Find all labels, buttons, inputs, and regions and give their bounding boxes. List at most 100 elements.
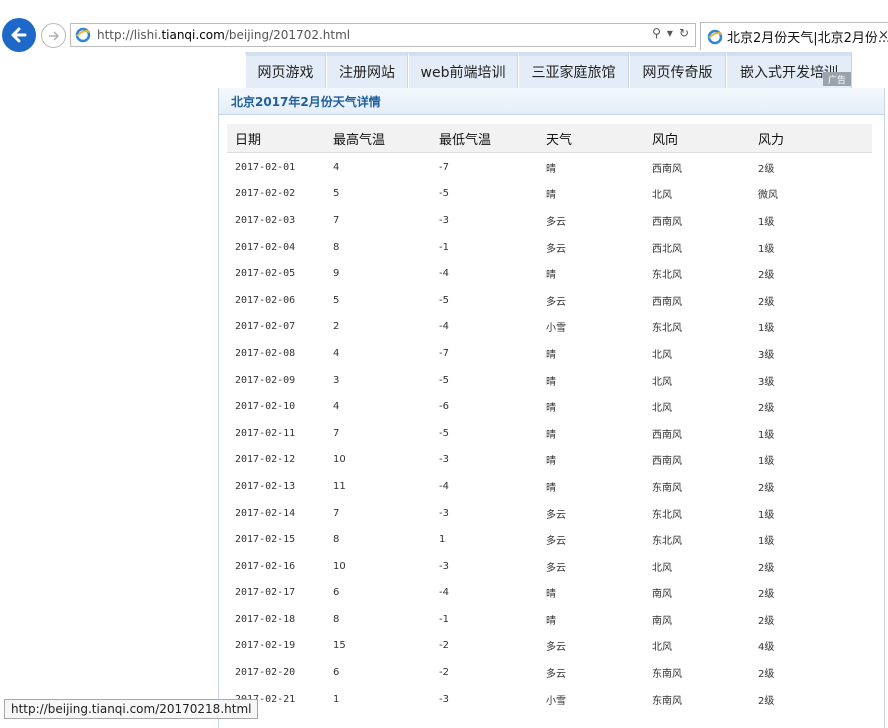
cell-date[interactable]: 2017-02-02: [227, 188, 333, 199]
browser-tab[interactable]: 北京2月份天气|北京2月份... ×: [700, 22, 888, 50]
nav-item-register[interactable]: 注册网站: [326, 52, 408, 88]
back-button[interactable]: [2, 18, 36, 52]
cell-wind-direction: 南风: [652, 615, 672, 627]
url-domain: tianqi.com: [161, 28, 225, 42]
url-prefix: http://lishi.: [97, 28, 162, 42]
url-path: /beijing/201702.html: [224, 28, 351, 42]
table-row: 2017-02-10 4 -6 晴 北风 2级: [227, 393, 872, 420]
address-bar[interactable]: http://lishi.tianqi.com/beijing/201702.h…: [70, 23, 696, 47]
cell-date[interactable]: 2017-02-03: [227, 215, 333, 226]
cell-date[interactable]: 2017-02-18: [227, 614, 333, 625]
table-row: 2017-02-14 7 -3 多云 东北风 1级: [227, 500, 872, 527]
cell-date[interactable]: 2017-02-14: [227, 508, 333, 519]
cell-wind-force: 2级: [758, 669, 775, 681]
ie-logo-icon: [75, 27, 91, 43]
cell-date[interactable]: 2017-02-15: [227, 534, 333, 545]
ad-badge: 广告: [823, 72, 851, 86]
cell-weather: 晴: [546, 349, 556, 361]
cell-date[interactable]: 2017-02-06: [227, 295, 333, 306]
cell-date[interactable]: 2017-02-04: [227, 242, 333, 253]
search-icon[interactable]: ⚲: [652, 26, 661, 40]
table-body: 2017-02-01 4 -7 晴西南风 2级 2017-02-02 5 -5 晴北风 微风 201…: [227, 154, 872, 712]
cell-low-temp: -3: [439, 454, 449, 466]
cell-date[interactable]: 2017-02-08: [227, 348, 333, 359]
nav-item-games[interactable]: 网页游戏: [245, 52, 326, 88]
cell-date[interactable]: 2017-02-10: [227, 401, 333, 412]
cell-weather: 多云: [546, 243, 566, 255]
cell-high-temp: 5: [333, 294, 340, 306]
cell-wind-force: 2级: [758, 296, 775, 308]
cell-low-temp: -7: [439, 161, 449, 173]
address-url: http://lishi.tianqi.com/beijing/201702.h…: [97, 28, 350, 42]
table-header: 日期 最高气温 最低气温 天气 风向 风力: [227, 124, 872, 153]
cell-high-temp: 6: [333, 667, 340, 679]
cell-date[interactable]: 2017-02-01: [227, 162, 333, 173]
table-row: 2017-02-11 7 -5 晴 西南风 1级: [227, 420, 872, 447]
forward-button[interactable]: [41, 23, 66, 48]
cell-wind-direction: 西南风: [652, 296, 682, 308]
cell-wind-direction: 东北风: [652, 509, 682, 521]
cell-wind-direction: 北风: [652, 642, 672, 654]
refresh-icon[interactable]: ↻: [679, 26, 689, 40]
cell-wind-direction: 西南风: [652, 456, 682, 468]
cell-low-temp: -6: [439, 401, 449, 413]
browser-toolbar: http://lishi.tianqi.com/beijing/201702.h…: [0, 0, 888, 52]
cell-date[interactable]: 2017-02-11: [227, 428, 333, 439]
table-row: 2017-02-02 5 -5 晴 北风 微风: [227, 181, 872, 208]
cell-wind-force: 1级: [758, 429, 775, 441]
cell-date[interactable]: 2017-02-17: [227, 587, 333, 598]
cell-wind-direction: 北风: [652, 376, 672, 388]
status-bar-url: http://beijing.tianqi.com/20170218.html: [4, 699, 259, 719]
cell-wind-direction: 南风: [652, 589, 672, 601]
cell-high-temp: 2: [333, 321, 340, 333]
cell-weather: 多云: [546, 536, 566, 548]
cell-high-temp: 6: [333, 587, 340, 599]
cell-weather: 晴: [546, 429, 556, 441]
ad-nav-strip: 网页游戏 注册网站 web前端培训 三亚家庭旅馆 网页传奇版 嵌入式开发培训: [245, 52, 852, 88]
cell-weather: 多云: [546, 216, 566, 228]
cell-date[interactable]: 2017-02-12: [227, 454, 333, 465]
cell-low-temp: -3: [439, 214, 449, 226]
cell-high-temp: 8: [333, 613, 340, 625]
cell-high-temp: 4: [333, 347, 340, 359]
close-tab-icon[interactable]: ×: [878, 28, 888, 43]
cell-low-temp: -2: [439, 667, 449, 679]
nav-item-web-training[interactable]: web前端培训: [408, 52, 518, 88]
table-row: 2017-02-09 3 -5 晴 北风 3级: [227, 367, 872, 394]
cell-wind-direction: 北风: [652, 190, 672, 202]
cell-date[interactable]: 2017-02-19: [227, 640, 333, 651]
cell-date[interactable]: 2017-02-09: [227, 375, 333, 386]
cell-wind-force: 3级: [758, 376, 775, 388]
cell-wind-force: 微风: [758, 190, 778, 202]
cell-wind-force: 1级: [758, 509, 775, 521]
cell-low-temp: 1: [439, 534, 446, 546]
table-row: 2017-02-20 6 -2 多云 东南风 2级: [227, 659, 872, 686]
cell-date[interactable]: 2017-02-16: [227, 561, 333, 572]
nav-item-legend-game[interactable]: 网页传奇版: [629, 52, 726, 88]
table-row: 2017-02-05 9 -4 晴 东北风 2级: [227, 260, 872, 287]
dropdown-icon[interactable]: ▾: [667, 26, 673, 40]
cell-weather: 晴: [546, 376, 556, 388]
cell-low-temp: -2: [439, 640, 449, 652]
cell-weather: 晴: [546, 190, 556, 202]
table-row: 2017-02-04 8 -1 多云 西北风 1级: [227, 234, 872, 261]
cell-wind-force: 2级: [758, 482, 775, 494]
cell-wind-force: 1级: [758, 243, 775, 255]
table-row: 2017-02-08 4 -7 晴 北风 3级: [227, 340, 872, 367]
table-row: 2017-02-17 6 -4 晴 南风 2级: [227, 580, 872, 607]
cell-wind-direction: 东北风: [652, 536, 682, 548]
cell-date[interactable]: 2017-02-20: [227, 667, 333, 678]
cell-low-temp: -3: [439, 693, 449, 705]
cell-wind-direction: 北风: [652, 349, 672, 361]
table-row: 2017-02-07 2 -4 小雪 东北风 1级: [227, 314, 872, 341]
cell-wind-direction: 西南风: [652, 429, 682, 441]
cell-date[interactable]: 2017-02-13: [227, 481, 333, 492]
address-tools: ⚲ ▾ ↻: [652, 26, 689, 40]
table-row: 2017-02-21 1 -3 小雪 东南风 2级: [227, 686, 872, 713]
cell-date[interactable]: 2017-02-05: [227, 268, 333, 279]
cell-wind-direction: 东南风: [652, 695, 682, 707]
cell-date[interactable]: 2017-02-07: [227, 321, 333, 332]
cell-high-temp: 7: [333, 507, 340, 519]
cell-wind-force: 1级: [758, 216, 775, 228]
nav-item-sanya-hotel[interactable]: 三亚家庭旅馆: [518, 52, 629, 88]
